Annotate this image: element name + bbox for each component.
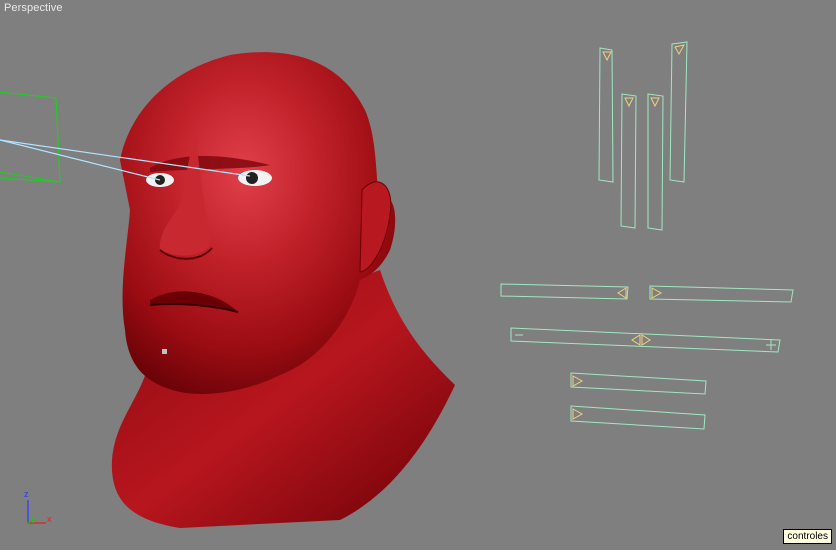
axis-y-label: y bbox=[32, 513, 37, 523]
perspective-viewport[interactable]: z y x Perspective controles bbox=[0, 0, 836, 550]
horizontal-slider-right[interactable] bbox=[649, 285, 794, 303]
object-name-tooltip: controles bbox=[783, 529, 832, 544]
triangle-down-icon bbox=[650, 97, 660, 108]
right-eye bbox=[238, 170, 272, 186]
triangle-right-icon bbox=[572, 408, 584, 420]
triangle-down-icon bbox=[624, 97, 634, 108]
triangle-left-icon bbox=[631, 334, 641, 346]
chin-marker bbox=[162, 349, 167, 354]
triangle-right-icon bbox=[651, 287, 663, 299]
viewport-label[interactable]: Perspective bbox=[4, 2, 63, 14]
lower-slider-1[interactable] bbox=[570, 372, 707, 395]
axis-z-label: z bbox=[24, 489, 29, 499]
triangle-right-icon bbox=[572, 375, 584, 387]
axis-x-label: x bbox=[47, 514, 52, 524]
bidirectional-slider[interactable] bbox=[510, 327, 781, 353]
axis-gizmo: z y x bbox=[24, 489, 52, 524]
vertical-slider-2[interactable] bbox=[620, 93, 637, 229]
vertical-slider-3[interactable] bbox=[647, 93, 664, 231]
ear-mesh bbox=[359, 181, 392, 273]
triangle-left-icon bbox=[617, 287, 627, 299]
horizontal-slider-left[interactable] bbox=[500, 283, 629, 300]
vertical-slider-4[interactable] bbox=[669, 41, 688, 183]
facial-controls[interactable] bbox=[500, 41, 794, 430]
triangle-right-icon bbox=[641, 334, 651, 346]
triangle-down-icon bbox=[602, 51, 612, 62]
triangle-down-icon bbox=[674, 44, 685, 56]
vertical-slider-1[interactable] bbox=[598, 47, 614, 183]
lower-slider-2[interactable] bbox=[570, 405, 706, 430]
camera-frame[interactable] bbox=[0, 91, 61, 183]
